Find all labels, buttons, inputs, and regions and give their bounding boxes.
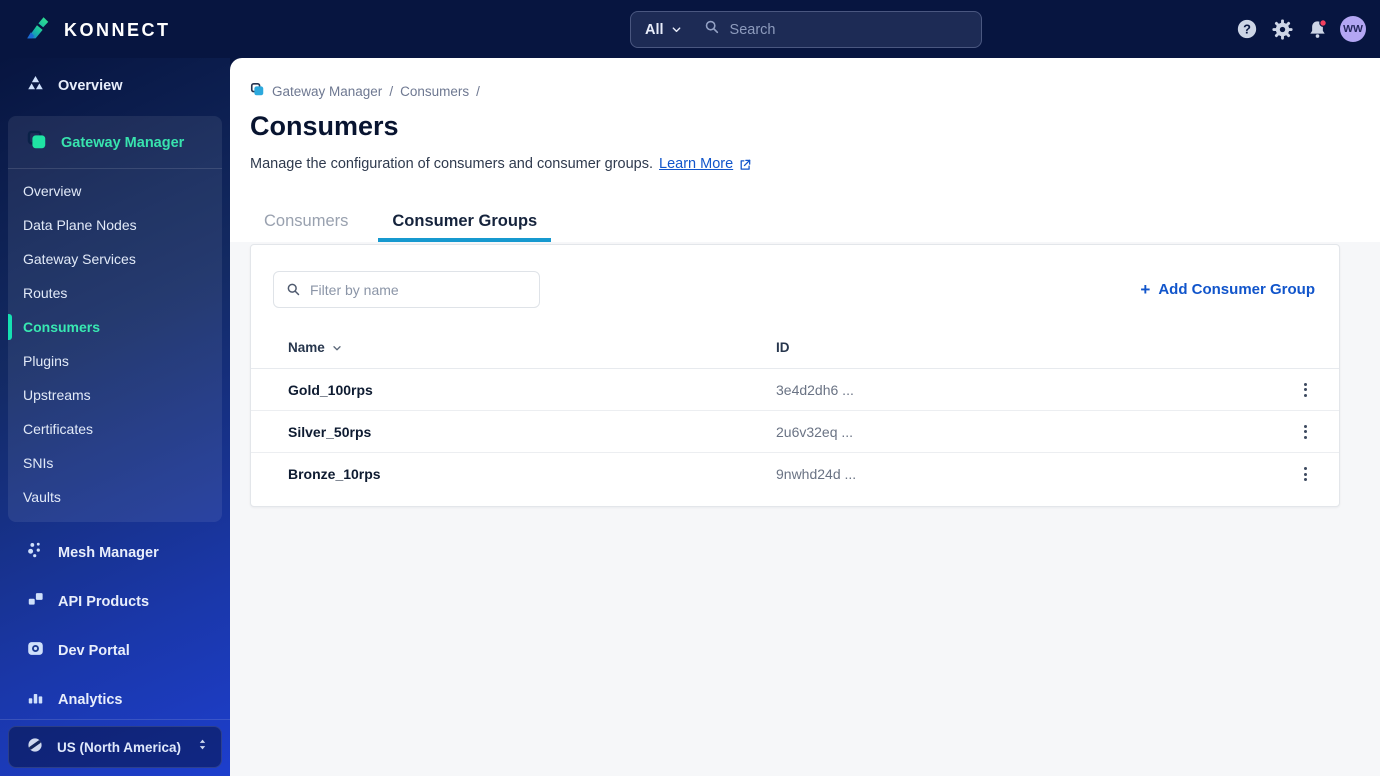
row-id: 3e4d2dh6 ... bbox=[776, 381, 854, 398]
sidebar-lower-nav: Mesh Manager API Products Dev Portal Ana… bbox=[0, 528, 230, 724]
row-name[interactable]: Gold_100rps bbox=[288, 382, 776, 398]
subnav-item-vaults[interactable]: Vaults bbox=[8, 480, 222, 514]
sidebar-item-label: API Products bbox=[58, 593, 150, 610]
svg-text:?: ? bbox=[1243, 22, 1251, 37]
column-header-id: ID bbox=[776, 340, 790, 355]
brand-wordmark: KONNECT bbox=[64, 20, 171, 40]
page-header: Gateway Manager / Consumers / Consumers … bbox=[230, 58, 1380, 242]
filter-by-name-input[interactable] bbox=[310, 281, 520, 298]
sidebar-item-analytics[interactable]: Analytics bbox=[0, 675, 230, 724]
topbar: KONNECT All ? WW bbox=[0, 0, 1380, 58]
region-label: US (North America) bbox=[57, 739, 182, 755]
help-icon[interactable]: ? bbox=[1235, 17, 1259, 41]
row-id: 2u6v32eq ... bbox=[776, 423, 854, 440]
brand-logo[interactable]: KONNECT bbox=[22, 13, 171, 48]
search-icon bbox=[704, 19, 720, 40]
sidebar-item-label: Analytics bbox=[58, 691, 123, 708]
chevron-down-icon bbox=[672, 27, 680, 33]
breadcrumb-item-consumers[interactable]: Consumers bbox=[400, 84, 469, 99]
page-description: Manage the configuration of consumers an… bbox=[250, 155, 1340, 174]
row-actions-kebab-icon[interactable] bbox=[1300, 421, 1311, 443]
sidebar-item-label: Mesh Manager bbox=[58, 544, 159, 561]
gateway-manager-subnav: Overview Data Plane Nodes Gateway Servic… bbox=[8, 169, 222, 522]
filter-field[interactable] bbox=[273, 271, 540, 308]
search-icon bbox=[287, 283, 300, 296]
page-title: Consumers bbox=[250, 111, 399, 141]
row-id: 9nwhd24d ... bbox=[776, 466, 857, 482]
column-header-name[interactable]: Name bbox=[288, 340, 776, 355]
sidebar-item-label: Gateway Manager bbox=[61, 134, 185, 151]
search-scope-dropdown[interactable]: All bbox=[645, 22, 682, 38]
tab-consumers[interactable]: Consumers bbox=[250, 205, 362, 242]
subnav-item-data-plane-nodes[interactable]: Data Plane Nodes bbox=[8, 208, 222, 242]
breadcrumb: Gateway Manager / Consumers / bbox=[250, 82, 1340, 100]
updown-caret-icon bbox=[196, 737, 209, 757]
consumer-groups-card: + Add Consumer Group Name ID Gold_100rps… bbox=[250, 244, 1340, 507]
gateway-manager-breadcrumb-icon bbox=[250, 82, 265, 100]
subnav-item-overview[interactable]: Overview bbox=[8, 174, 222, 208]
tab-bar: Consumers Consumer Groups bbox=[250, 205, 1340, 242]
table-header-row: Name ID bbox=[251, 327, 1339, 369]
row-name[interactable]: Bronze_10rps bbox=[288, 466, 776, 482]
sidebar-item-label: Overview bbox=[58, 77, 123, 94]
table-row[interactable]: Gold_100rps 3e4d2dh6 ... bbox=[251, 369, 1339, 411]
global-search[interactable]: All bbox=[630, 11, 982, 48]
content-body: + Add Consumer Group Name ID Gold_100rps… bbox=[230, 242, 1380, 776]
user-avatar[interactable]: WW bbox=[1340, 16, 1366, 42]
subnav-item-snis[interactable]: SNIs bbox=[8, 446, 222, 480]
sidebar-item-dev-portal[interactable]: Dev Portal bbox=[0, 626, 230, 675]
mesh-manager-icon bbox=[26, 541, 45, 564]
gateway-manager-icon bbox=[26, 129, 48, 156]
learn-more-link[interactable]: Learn More bbox=[659, 155, 752, 174]
subnav-item-upstreams[interactable]: Upstreams bbox=[8, 378, 222, 412]
subnav-item-plugins[interactable]: Plugins bbox=[8, 344, 222, 378]
subnav-item-gateway-services[interactable]: Gateway Services bbox=[8, 242, 222, 276]
api-products-icon bbox=[26, 590, 45, 613]
table-toolbar: + Add Consumer Group bbox=[251, 245, 1339, 327]
plus-icon: + bbox=[1140, 279, 1151, 299]
kong-logo-icon bbox=[22, 13, 52, 48]
consumer-groups-table: Name ID Gold_100rps 3e4d2dh6 ... Silver_… bbox=[251, 327, 1339, 495]
add-consumer-group-button[interactable]: + Add Consumer Group bbox=[1140, 280, 1315, 300]
dev-portal-icon bbox=[26, 639, 45, 662]
overview-icon bbox=[26, 74, 45, 97]
notifications-bell-icon[interactable] bbox=[1305, 17, 1329, 41]
subnav-item-routes[interactable]: Routes bbox=[8, 276, 222, 310]
main-content: Gateway Manager / Consumers / Consumers … bbox=[230, 58, 1380, 776]
breadcrumb-separator: / bbox=[389, 83, 394, 99]
subnav-item-certificates[interactable]: Certificates bbox=[8, 412, 222, 446]
sort-chevron-icon bbox=[333, 345, 341, 350]
sidebar-item-overview[interactable]: Overview bbox=[0, 63, 230, 108]
sidebar-item-api-products[interactable]: API Products bbox=[0, 577, 230, 626]
analytics-icon bbox=[26, 688, 45, 711]
subnav-item-consumers[interactable]: Consumers bbox=[8, 310, 222, 344]
breadcrumb-item-gateway-manager[interactable]: Gateway Manager bbox=[272, 84, 382, 99]
search-input[interactable] bbox=[729, 21, 930, 38]
region-selector[interactable]: US (North America) bbox=[8, 726, 222, 768]
sidebar-item-label: Dev Portal bbox=[58, 642, 130, 659]
breadcrumb-separator: / bbox=[476, 83, 480, 99]
row-name[interactable]: Silver_50rps bbox=[288, 424, 776, 440]
sidebar-item-gateway-manager[interactable]: Gateway Manager bbox=[8, 116, 222, 169]
sidebar: Overview Gateway Manager Overview Data P… bbox=[0, 58, 230, 776]
topbar-actions: ? WW bbox=[1235, 0, 1366, 58]
active-indicator bbox=[8, 314, 12, 340]
table-row[interactable]: Silver_50rps 2u6v32eq ... bbox=[251, 411, 1339, 453]
tab-consumer-groups[interactable]: Consumer Groups bbox=[378, 205, 552, 242]
settings-gear-icon[interactable] bbox=[1270, 17, 1294, 41]
sidebar-item-mesh-manager[interactable]: Mesh Manager bbox=[0, 528, 230, 577]
gateway-manager-section: Gateway Manager Overview Data Plane Node… bbox=[8, 116, 222, 522]
globe-icon bbox=[26, 736, 44, 759]
external-link-icon bbox=[740, 159, 751, 170]
table-row[interactable]: Bronze_10rps 9nwhd24d ... bbox=[251, 453, 1339, 495]
row-actions-kebab-icon[interactable] bbox=[1300, 379, 1311, 401]
row-actions-kebab-icon[interactable] bbox=[1300, 463, 1311, 485]
region-selector-area: US (North America) bbox=[0, 719, 230, 776]
